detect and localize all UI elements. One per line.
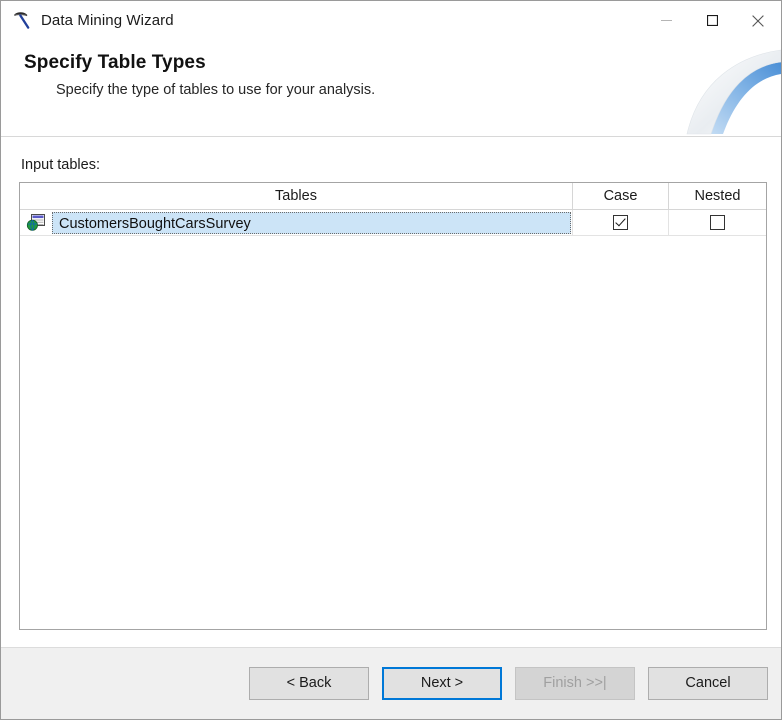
data-mining-wizard-window: Data Mining Wizard Specify Table Types S… [0,0,782,720]
minimize-icon [660,20,672,21]
banner-swoosh-graphic [686,49,781,135]
maximize-button[interactable] [689,1,735,40]
maximize-icon [706,15,718,26]
window-controls [643,1,781,40]
nested-cell[interactable] [669,210,766,235]
close-button[interactable] [735,1,781,40]
page-subtitle: Specify the type of tables to use for yo… [56,82,376,98]
window-title: Data Mining Wizard [41,12,174,29]
table-name-value[interactable]: CustomersBoughtCarsSurvey [52,211,571,234]
listview-body: CustomersBoughtCarsSurvey [20,210,766,236]
next-button[interactable]: Next > [382,667,502,700]
column-header-case[interactable]: Case [573,183,669,209]
minimize-button[interactable] [643,1,689,40]
cancel-button[interactable]: Cancel [648,667,768,700]
input-tables-label: Input tables: [21,157,100,173]
dialog-button-bar: < Back Next > Finish >>| Cancel [1,647,781,719]
main-content: Input tables: Tables Case Nested Custome… [1,137,781,647]
page-title: Specify Table Types [24,52,206,73]
case-checkbox[interactable] [613,215,628,230]
wizard-header-banner: Specify Table Types Specify the type of … [1,40,781,137]
back-button[interactable]: < Back [249,667,369,700]
finish-button: Finish >>| [515,667,635,700]
close-icon [752,14,764,27]
title-bar: Data Mining Wizard [1,1,781,40]
table-name-cell[interactable]: CustomersBoughtCarsSurvey [20,210,573,235]
column-header-nested[interactable]: Nested [669,183,766,209]
pickaxe-icon [10,9,34,33]
table-row[interactable]: CustomersBoughtCarsSurvey [20,210,766,236]
case-cell[interactable] [573,210,669,235]
table-globe-icon [25,213,46,233]
input-tables-listview[interactable]: Tables Case Nested CustomersBoughtCarsSu… [19,182,767,630]
listview-header-row: Tables Case Nested [20,183,766,210]
column-header-tables[interactable]: Tables [20,183,573,209]
nested-checkbox[interactable] [710,215,725,230]
